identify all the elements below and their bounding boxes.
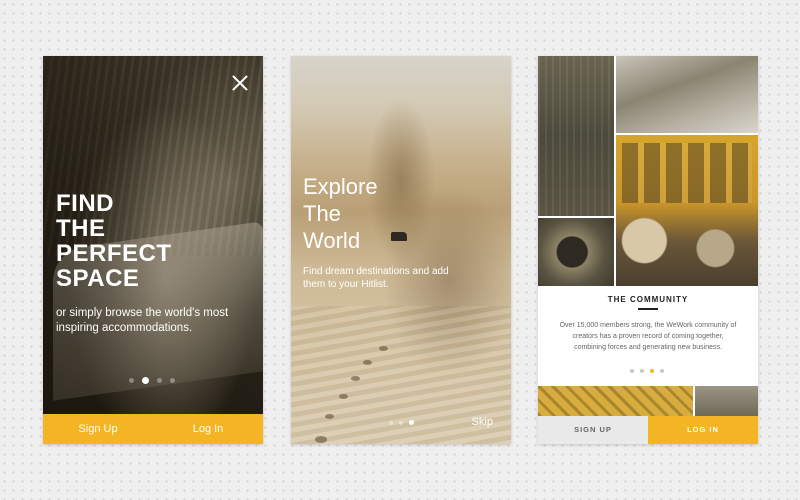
title-line-2: The <box>303 201 341 226</box>
page-dot[interactable] <box>129 378 134 383</box>
title: Explore The World <box>303 173 483 254</box>
log-in-button[interactable]: LOG IN <box>648 416 758 444</box>
photo-collage <box>538 56 758 286</box>
interior-photo <box>616 56 758 133</box>
onboarding-screen-community: THE COMMUNITY Over 15,000 members strong… <box>538 56 758 444</box>
footprint <box>315 436 327 443</box>
close-icon[interactable] <box>231 74 249 92</box>
headline-line-3: PERFECT <box>56 240 172 267</box>
heading-divider <box>638 308 658 310</box>
community-photo <box>616 135 758 286</box>
sign-up-button[interactable]: SIGN UP <box>538 416 648 444</box>
headline-line-4: SPACE <box>56 265 140 292</box>
forest-photo <box>538 56 614 216</box>
section-body: Over 15,000 members strong, the WeWork c… <box>559 322 737 351</box>
page-dot-active[interactable] <box>142 377 149 384</box>
page-dot[interactable] <box>389 420 393 425</box>
section-heading: THE COMMUNITY <box>607 295 689 304</box>
page-dot-active[interactable] <box>409 420 414 425</box>
footprint <box>325 414 334 419</box>
page-indicator <box>389 420 414 425</box>
page-indicator <box>630 369 664 373</box>
title-line-3: World <box>303 228 361 253</box>
headline: FIND THE PERFECT SPACE <box>56 191 236 291</box>
onboarding-screen-explore: Explore The World Find dream destination… <box>291 56 511 444</box>
headline-line-1: FIND <box>56 190 114 217</box>
onboarding-screen-find-space: FIND THE PERFECT SPACE or simply browse … <box>43 56 263 444</box>
page-dot-active[interactable] <box>650 369 654 373</box>
pattern-strip-image <box>538 386 693 416</box>
auth-bar: Sign Up Log In <box>43 414 263 444</box>
footprint <box>379 346 388 351</box>
page-dot[interactable] <box>660 369 664 373</box>
page-dot[interactable] <box>399 420 403 425</box>
page-indicator <box>129 377 175 384</box>
footprint <box>339 394 348 399</box>
skip-button[interactable]: Skip <box>472 416 493 428</box>
log-in-button[interactable]: Log In <box>153 414 263 444</box>
title-line-1: Explore <box>303 174 378 199</box>
page-dot[interactable] <box>170 378 175 383</box>
page-dot[interactable] <box>640 369 644 373</box>
page-dot[interactable] <box>157 378 162 383</box>
subtitle: Find dream destinations and add them to … <box>303 266 449 290</box>
footprint <box>351 376 360 381</box>
sign-up-button[interactable]: Sign Up <box>43 414 153 444</box>
footprint <box>363 360 372 365</box>
subtitle: or simply browse the world's most inspir… <box>56 307 229 334</box>
workspace-strip-image <box>695 386 758 416</box>
page-dot[interactable] <box>630 369 634 373</box>
headline-line-2: THE <box>56 215 106 242</box>
coffee-photo <box>538 218 614 286</box>
